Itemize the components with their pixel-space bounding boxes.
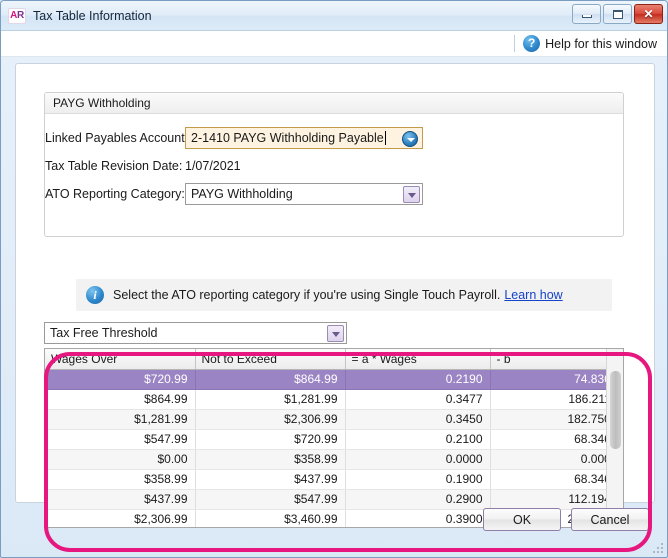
table-row[interactable]: $0.00$358.990.00000.0000 (45, 449, 606, 470)
minimize-button[interactable] (572, 4, 601, 24)
ato-reporting-category-select[interactable]: PAYG Withholding (185, 183, 423, 205)
table-header-row: Wages Over Not to Exceed = a * Wages - b (45, 349, 606, 370)
table-cell: $3,460.99 (195, 509, 346, 527)
help-for-this-window-link[interactable]: Help for this window (545, 37, 657, 51)
chevron-down-icon[interactable] (327, 325, 344, 342)
table-cell: 0.1900 (345, 469, 491, 490)
groupbox-title: PAYG Withholding (45, 93, 623, 114)
table-cell: 0.2900 (345, 489, 491, 510)
window-title: Tax Table Information (33, 8, 152, 23)
table-body: $720.99$864.990.219074.8369$864.99$1,281… (45, 369, 606, 527)
help-strip: ? Help for this window (1, 31, 667, 57)
table-row[interactable]: $358.99$437.990.190068.3462 (45, 469, 606, 490)
table-cell: 0.0000 (490, 449, 606, 470)
table-row[interactable]: $864.99$1,281.990.3477186.2119 (45, 389, 606, 410)
table-cell: 0.3900 (345, 509, 491, 527)
table-cell: $358.99 (195, 449, 346, 470)
maximize-icon (612, 9, 623, 19)
table-cell: 0.0000 (345, 449, 491, 470)
chevron-down-icon[interactable] (402, 131, 418, 147)
table-cell: $358.99 (45, 469, 196, 490)
table-row[interactable]: $437.99$547.990.2900112.1942 (45, 489, 606, 510)
table-cell: $720.99 (195, 429, 346, 450)
help-question-icon[interactable]: ? (523, 35, 541, 52)
table-cell: $864.99 (195, 369, 346, 390)
table-cell: $720.99 (45, 369, 196, 390)
table-cell: $547.99 (195, 489, 346, 510)
table-cell: $437.99 (195, 469, 346, 490)
table-cell: 68.3462 (490, 469, 606, 490)
ato-reporting-category-row: ATO Reporting Category: PAYG Withholding (45, 183, 423, 205)
app-icon: AR (8, 7, 26, 24)
column-header-minus-b[interactable]: - b (490, 349, 606, 370)
tax-threshold-select[interactable]: Tax Free Threshold (44, 322, 347, 344)
payg-withholding-groupbox: PAYG Withholding Linked Payables Account… (44, 92, 624, 237)
tax-threshold-value: Tax Free Threshold (50, 326, 158, 340)
linked-payables-account-value: 2-1410 PAYG Withholding Payable (191, 131, 384, 145)
table-cell: 0.2190 (345, 369, 491, 390)
scrollbar-thumb[interactable] (610, 371, 621, 449)
info-icon: i (86, 286, 104, 304)
table-row[interactable]: $547.99$720.990.210068.3465 (45, 429, 606, 450)
close-button[interactable]: ✕ (634, 4, 663, 24)
minimize-icon (581, 15, 592, 18)
tax-table-revision-date-value: 1/07/2021 (185, 159, 241, 173)
linked-payables-account-label: Linked Payables Account: (45, 131, 189, 145)
column-header-not-to-exceed[interactable]: Not to Exceed (195, 349, 346, 370)
table-cell: $2,306.99 (45, 509, 196, 527)
maximize-button[interactable] (603, 4, 632, 24)
table-cell: $864.99 (45, 389, 196, 410)
resize-grip[interactable] (651, 541, 663, 553)
cancel-button[interactable]: Cancel (571, 508, 649, 531)
table-cell: 0.2100 (345, 429, 491, 450)
table-cell: $437.99 (45, 489, 196, 510)
table-cell: 186.2119 (490, 389, 606, 410)
ato-reporting-category-value: PAYG Withholding (191, 187, 293, 201)
info-banner: i Select the ATO reporting category if y… (76, 279, 612, 311)
ato-reporting-category-label: ATO Reporting Category: (45, 187, 185, 201)
table-cell: 0.3450 (345, 409, 491, 430)
tax-table-columns: Wages Over Not to Exceed = a * Wages - b… (45, 349, 606, 527)
chevron-down-icon[interactable] (403, 186, 420, 203)
window-controls: ✕ (572, 4, 663, 24)
tax-table-revision-date-row: Tax Table Revision Date: 1/07/2021 (45, 155, 241, 177)
scroll-up-icon[interactable]: ⌃ (607, 349, 623, 364)
ok-button[interactable]: OK (483, 508, 561, 531)
column-header-a-times-wages[interactable]: = a * Wages (345, 349, 491, 370)
table-vertical-scrollbar[interactable]: ⌃ ⌄ (606, 349, 623, 527)
content-panel: PAYG Withholding Linked Payables Account… (15, 63, 655, 552)
tax-table-information-window: AR Tax Table Information ✕ ? Help for th… (0, 0, 668, 558)
table-cell: $1,281.99 (45, 409, 196, 430)
help-divider (514, 35, 516, 52)
table-cell: 182.7504 (490, 409, 606, 430)
table-cell: 0.3477 (345, 389, 491, 410)
dialog-footer: OK Cancel (483, 508, 649, 531)
table-cell: 74.8369 (490, 369, 606, 390)
table-cell: 68.3465 (490, 429, 606, 450)
linked-payables-account-input[interactable]: 2-1410 PAYG Withholding Payable (185, 127, 423, 149)
table-cell: $0.00 (45, 449, 196, 470)
learn-how-link[interactable]: Learn how (504, 288, 562, 302)
app-icon-letter-a: A (10, 9, 17, 21)
info-banner-text: Select the ATO reporting category if you… (113, 288, 501, 302)
linked-payables-account-row: Linked Payables Account: 2-1410 PAYG Wit… (45, 127, 423, 149)
table-cell: 112.1942 (490, 489, 606, 510)
table-cell: $1,281.99 (195, 389, 346, 410)
text-caret (384, 131, 386, 145)
tax-table-revision-date-label: Tax Table Revision Date: (45, 159, 183, 173)
table-row[interactable]: $1,281.99$2,306.990.3450182.7504 (45, 409, 606, 430)
table-cell: $2,306.99 (195, 409, 346, 430)
window-titlebar: AR Tax Table Information ✕ (1, 1, 667, 31)
tax-table-grid: Wages Over Not to Exceed = a * Wages - b… (44, 348, 624, 528)
column-header-wages-over[interactable]: Wages Over (45, 349, 196, 370)
table-cell: $547.99 (45, 429, 196, 450)
table-row[interactable]: $720.99$864.990.219074.8369 (45, 369, 606, 390)
app-icon-letter-r: R (17, 9, 24, 21)
